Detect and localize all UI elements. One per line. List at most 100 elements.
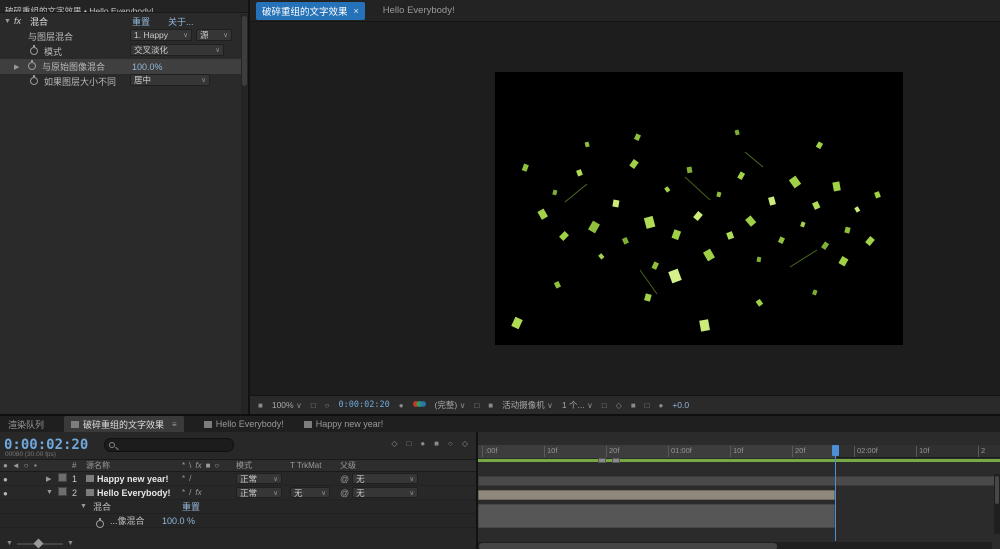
visibility-column-icon[interactable]: ● <box>3 461 8 470</box>
close-icon[interactable]: × <box>354 6 359 16</box>
region-of-interest-icon[interactable]: □ <box>474 401 479 410</box>
channels-icon[interactable] <box>412 400 426 410</box>
comp-timecode[interactable]: 0:00:02:20 <box>339 400 390 410</box>
stopwatch-icon[interactable] <box>30 45 38 55</box>
comp-tab-hello[interactable]: Hello Everybody! <box>383 5 455 16</box>
parent-column-header[interactable]: 父级 <box>340 460 476 471</box>
view-layout-dropdown[interactable]: 1 个... ∨ <box>562 399 593 411</box>
layer-size-dropdown[interactable]: 居中 ∨ <box>130 74 210 86</box>
effect-group-name[interactable]: 混合 <box>93 500 111 513</box>
blend-mode-dropdown[interactable]: 正常 ∨ <box>236 487 282 498</box>
stopwatch-icon[interactable] <box>30 75 38 85</box>
layer-name[interactable]: Hello Everybody! <box>97 488 171 498</box>
blend-layer-dropdown[interactable]: 1. Happy ∨ <box>130 29 192 41</box>
layer-duration-bar-1[interactable] <box>478 476 1000 486</box>
effect-property-row[interactable]: ...像混合 100.0 % <box>0 514 476 528</box>
blend-mode-dropdown[interactable]: 正常 ∨ <box>236 473 282 484</box>
composition-canvas[interactable] <box>495 72 903 345</box>
pickwhip-icon[interactable]: @ <box>340 488 349 498</box>
playhead[interactable] <box>832 445 839 541</box>
triangle-right-icon[interactable]: ▶ <box>46 475 58 483</box>
tab-comp-happy[interactable]: Happy new year! <box>303 419 383 429</box>
solo-column-icon[interactable]: ○ <box>24 461 29 470</box>
work-area-bar[interactable] <box>478 459 1000 462</box>
mode-column-header[interactable]: 模式 <box>236 460 290 471</box>
triangle-down-icon[interactable]: ▼ <box>46 489 58 496</box>
shy-icon[interactable]: ● <box>420 439 425 448</box>
motion-blur-icon[interactable]: ○ <box>448 439 453 448</box>
zoom-slider-knob[interactable] <box>33 538 44 548</box>
tab-render-queue[interactable]: 渲染队列 <box>8 418 44 431</box>
pixel-aspect-icon[interactable]: □ <box>602 401 607 410</box>
trkmat-dropdown[interactable]: 无 ∨ <box>290 487 330 498</box>
exposure-value[interactable]: +0.0 <box>672 400 689 410</box>
resolution-dropdown[interactable]: (完整) ∨ <box>435 399 466 411</box>
lock-column-icon[interactable]: ▪ <box>34 461 46 470</box>
transparency-grid-icon[interactable]: ■ <box>488 401 493 410</box>
effect-group-row[interactable]: ▼ 混合 重置 <box>0 500 476 514</box>
zoom-in-icon[interactable]: ▼ <box>67 540 74 547</box>
effect-duration-bar[interactable] <box>478 504 835 528</box>
safe-zones-icon[interactable]: □ <box>311 401 316 410</box>
timeline-zoom-slider[interactable]: ▼ ▼ <box>6 538 74 548</box>
flowchart-icon[interactable]: □ <box>645 401 650 410</box>
zoom-dropdown[interactable]: 100% ∨ <box>272 400 302 410</box>
prop-row-blend-original[interactable]: ▶ 与原始图像混合 100.0% <box>0 59 248 74</box>
graph-editor-icon[interactable]: ◇ <box>462 439 468 448</box>
effect-property-name[interactable]: ...像混合 <box>110 514 145 527</box>
fx-enable-icon[interactable]: fx <box>14 13 21 29</box>
layer-name[interactable]: Happy new year! <box>97 474 169 484</box>
label-color-chip[interactable] <box>58 473 67 482</box>
parent-dropdown[interactable]: 无 ∨ <box>352 487 419 498</box>
blend-original-value[interactable]: 100.0% <box>132 59 163 74</box>
menu-icon[interactable]: ≡ <box>172 420 177 429</box>
layer-row-1[interactable]: ● ▶ 1 Happy new year! * / 正常 ∨ @ 无 ∨ <box>0 472 476 486</box>
snapshot-icon[interactable]: ● <box>399 401 404 410</box>
layer-row-2[interactable]: ● ▼ 2 Hello Everybody! * / fx 正常∨ 无∨ @ <box>0 486 476 500</box>
work-area-handle[interactable] <box>612 458 620 463</box>
stopwatch-icon[interactable] <box>96 517 104 528</box>
eye-icon[interactable]: ● <box>3 475 8 484</box>
parent-dropdown[interactable]: 无 ∨ <box>352 473 419 484</box>
number-column-header[interactable]: # <box>72 461 86 470</box>
reset-link[interactable]: 重置 <box>132 13 150 29</box>
quality-switch-icon[interactable]: * <box>182 488 185 497</box>
trkmat-column-header[interactable]: T TrkMat <box>290 461 340 470</box>
timeline-vertical-scrollbar[interactable] <box>994 474 1000 534</box>
triangle-down-icon[interactable]: ▼ <box>80 500 87 513</box>
triangle-down-icon[interactable]: ▼ <box>4 13 11 29</box>
effect-name[interactable]: 混合 <box>30 13 48 29</box>
timeline-button-icon[interactable]: ■ <box>631 401 636 410</box>
triangle-right-icon[interactable]: ▶ <box>14 59 19 74</box>
eye-icon[interactable]: ● <box>3 489 8 498</box>
zoom-out-icon[interactable]: ▼ <box>6 540 13 547</box>
fx-switch-icon[interactable]: fx <box>195 488 201 497</box>
frame-blend-icon[interactable]: ■ <box>434 439 439 448</box>
source-name-column-header[interactable]: 源名称 <box>86 460 182 471</box>
quality-slash-icon[interactable]: / <box>189 488 191 497</box>
timeline-search-input[interactable] <box>104 438 234 452</box>
about-link[interactable]: 关于... <box>168 13 194 29</box>
source-dropdown[interactable]: 源 ∨ <box>196 29 232 41</box>
comp-mini-flowchart-icon[interactable]: ◇ <box>391 439 397 448</box>
composition-viewport[interactable] <box>250 22 1000 395</box>
effects-scrollbar[interactable] <box>241 14 248 414</box>
timeline-horizontal-scrollbar[interactable] <box>478 542 992 549</box>
timeline-track-area[interactable]: :00f 10f 20f 01:00f 10f 20f 02:00f 10f 2 <box>478 432 1000 549</box>
comp-tab-active[interactable]: 破碎重组的文字效果 × <box>256 1 365 20</box>
fast-preview-icon[interactable]: ◇ <box>616 401 622 410</box>
effect-reset-link[interactable]: 重置 <box>182 500 200 513</box>
quality-switch-icon[interactable]: * <box>182 474 185 483</box>
tab-comp-main[interactable]: 破碎重组的文字效果 ≡ <box>64 415 184 433</box>
mask-visibility-icon[interactable]: ○ <box>325 401 330 410</box>
quality-slash-icon[interactable]: / <box>189 474 191 483</box>
audio-column-icon[interactable]: ◄ <box>12 461 20 470</box>
effect-property-value[interactable]: 100.0 % <box>162 514 195 527</box>
work-area-handle[interactable] <box>598 458 606 463</box>
pickwhip-icon[interactable]: @ <box>340 474 349 484</box>
label-color-chip[interactable] <box>58 487 67 496</box>
time-ruler[interactable]: :00f 10f 20f 01:00f 10f 20f 02:00f 10f 2 <box>478 445 1000 458</box>
draft-3d-icon[interactable]: □ <box>406 439 411 448</box>
effect-controls-tab[interactable]: 破碎重组的文字效果 • Hello Everybody! <box>5 6 153 12</box>
playhead-handle[interactable] <box>832 445 839 456</box>
